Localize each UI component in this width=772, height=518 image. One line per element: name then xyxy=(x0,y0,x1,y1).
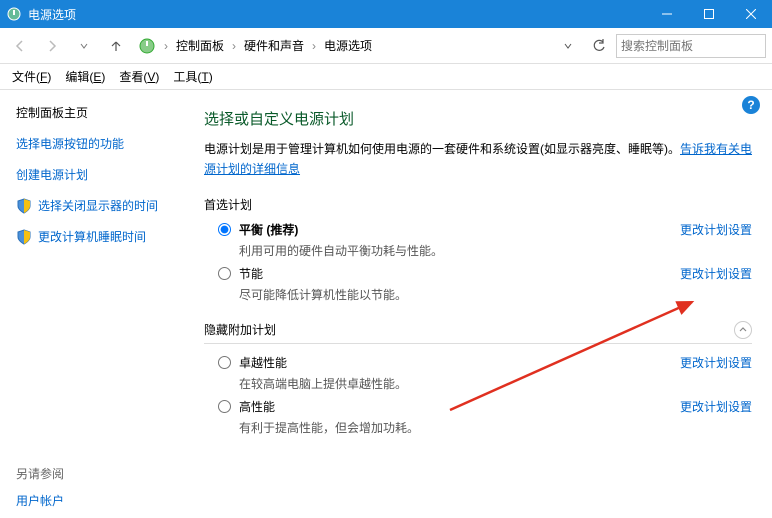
preferred-plans-heading: 首选计划 xyxy=(204,196,752,213)
plan-desc: 在较高端电脑上提供卓越性能。 xyxy=(239,375,668,392)
menu-tools[interactable]: 工具(T) xyxy=(167,65,218,88)
plan-radio[interactable] xyxy=(218,356,231,369)
forward-button[interactable] xyxy=(38,32,66,60)
breadcrumb-item[interactable]: 硬件和声音 xyxy=(240,35,308,56)
window-title: 电源选项 xyxy=(28,6,646,23)
menu-edit[interactable]: 编辑(E) xyxy=(59,65,111,88)
minimize-button[interactable] xyxy=(646,0,688,28)
recent-dropdown[interactable] xyxy=(70,32,98,60)
menu-view[interactable]: 查看(V) xyxy=(113,65,165,88)
plan-desc: 利用可用的硬件自动平衡功耗与性能。 xyxy=(239,242,668,259)
page-description: 电源计划是用于管理计算机如何使用电源的一套硬件和系统设置(如显示器亮度、睡眠等)… xyxy=(204,139,752,180)
search-box[interactable] xyxy=(616,34,766,58)
plan-name: 节能 xyxy=(239,265,668,282)
sidebar-item-user-accounts[interactable]: 用户帐户 xyxy=(16,492,184,509)
power-plan: 节能尽可能降低计算机性能以节能。更改计划设置 xyxy=(218,265,752,303)
breadcrumb-item[interactable]: 控制面板 xyxy=(172,35,228,56)
refresh-button[interactable] xyxy=(586,32,612,60)
change-plan-link[interactable]: 更改计划设置 xyxy=(680,221,752,238)
up-button[interactable] xyxy=(102,32,130,60)
power-plan: 卓越性能在较高端电脑上提供卓越性能。更改计划设置 xyxy=(218,354,752,392)
chevron-right-icon: › xyxy=(232,39,236,53)
chevron-right-icon: › xyxy=(312,39,316,53)
collapse-icon[interactable] xyxy=(734,321,752,339)
address-dropdown[interactable] xyxy=(554,32,582,60)
breadcrumb-item[interactable]: 电源选项 xyxy=(320,35,376,56)
search-input[interactable] xyxy=(621,39,772,53)
plan-radio[interactable] xyxy=(218,400,231,413)
change-plan-link[interactable]: 更改计划设置 xyxy=(680,398,752,415)
breadcrumb: 控制面板 › 硬件和声音 › 电源选项 xyxy=(172,35,550,56)
plan-desc: 尽可能降低计算机性能以节能。 xyxy=(239,286,668,303)
power-plan: 高性能有利于提高性能，但会增加功耗。更改计划设置 xyxy=(218,398,752,436)
desc-text: 电源计划是用于管理计算机如何使用电源的一套硬件和系统设置(如显示器亮度、睡眠等)… xyxy=(204,142,680,156)
plan-name: 卓越性能 xyxy=(239,354,668,371)
menu-file[interactable]: 文件(F) xyxy=(6,65,57,88)
menubar: 文件(F) 编辑(E) 查看(V) 工具(T) xyxy=(0,64,772,90)
page-heading: 选择或自定义电源计划 xyxy=(204,108,752,129)
back-button[interactable] xyxy=(6,32,34,60)
change-plan-link[interactable]: 更改计划设置 xyxy=(680,354,752,371)
maximize-button[interactable] xyxy=(688,0,730,28)
hidden-plans-heading: 隐藏附加计划 xyxy=(204,321,276,338)
plan-radio[interactable] xyxy=(218,223,231,236)
plan-desc: 有利于提高性能，但会增加功耗。 xyxy=(239,419,668,436)
seealso-heading: 另请参阅 xyxy=(16,465,184,482)
close-button[interactable] xyxy=(730,0,772,28)
sidebar-item-display-off[interactable]: 选择关闭显示器的时间 xyxy=(38,197,158,214)
power-icon xyxy=(138,37,156,55)
sidebar-item-power-button[interactable]: 选择电源按钮的功能 xyxy=(16,135,184,152)
help-icon[interactable]: ? xyxy=(742,96,760,114)
plan-name: 平衡 (推荐) xyxy=(239,221,668,238)
shield-icon xyxy=(16,198,32,214)
sidebar-item-sleep-time[interactable]: 更改计算机睡眠时间 xyxy=(38,228,146,245)
sidebar-item-create-plan[interactable]: 创建电源计划 xyxy=(16,166,184,183)
plan-radio[interactable] xyxy=(218,267,231,280)
chevron-right-icon: › xyxy=(164,39,168,53)
power-plan: 平衡 (推荐) 利用可用的硬件自动平衡功耗与性能。更改计划设置 xyxy=(218,221,752,259)
shield-icon xyxy=(16,229,32,245)
change-plan-link[interactable]: 更改计划设置 xyxy=(680,265,752,282)
titlebar: 电源选项 xyxy=(0,0,772,28)
sidebar: 控制面板主页 选择电源按钮的功能 创建电源计划 选择关闭显示器的时间 更改计算机… xyxy=(0,90,200,518)
app-icon xyxy=(6,6,22,22)
plan-name: 高性能 xyxy=(239,398,668,415)
content: ? 选择或自定义电源计划 电源计划是用于管理计算机如何使用电源的一套硬件和系统设… xyxy=(200,90,772,518)
address-bar: › 控制面板 › 硬件和声音 › 电源选项 xyxy=(0,28,772,64)
sidebar-home[interactable]: 控制面板主页 xyxy=(16,104,184,121)
